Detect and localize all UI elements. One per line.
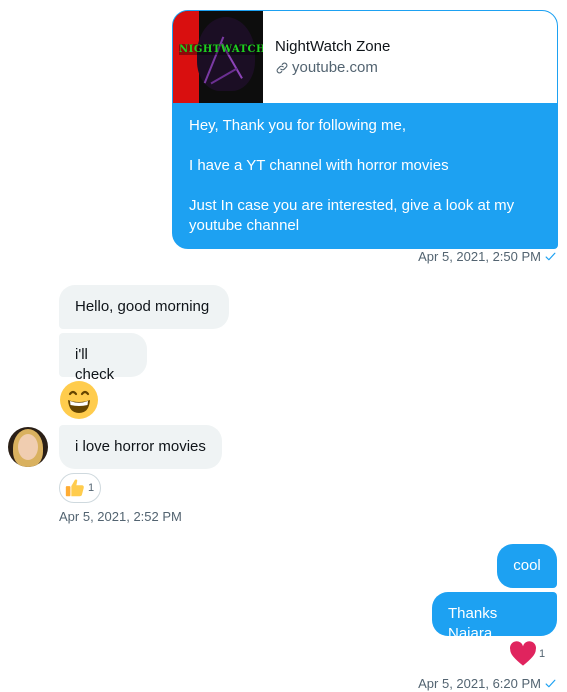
link-title[interactable]: NightWatch Zone	[275, 38, 390, 55]
heart-icon	[510, 641, 536, 666]
timestamp-text: Apr 5, 2021, 6:20 PM	[418, 676, 541, 691]
message-timestamp: Apr 5, 2021, 2:50 PM	[418, 249, 557, 264]
thumbnail-logo-text: NIGHTWATCH	[179, 44, 263, 55]
message-text: Hey, Thank you for following me,	[189, 117, 407, 134]
incoming-message[interactable]: i'll check	[59, 333, 147, 383]
incoming-message[interactable]: Hello, good morning	[59, 285, 229, 329]
outgoing-message[interactable]: cool	[497, 544, 557, 588]
incoming-message[interactable]: i love horror movies	[59, 425, 222, 469]
reaction-badge[interactable]: 1	[509, 640, 546, 668]
thumbs-up-icon	[65, 479, 84, 497]
reaction-count: 1	[88, 482, 95, 494]
link-url[interactable]: youtube.com	[275, 59, 390, 76]
outgoing-message[interactable]: Thanks Naiara	[432, 592, 557, 642]
link-thumbnail: NIGHTWATCH	[173, 11, 263, 103]
check-icon	[545, 252, 556, 261]
message-timestamp: Apr 5, 2021, 6:20 PM	[418, 676, 557, 691]
reaction-count: 1	[539, 648, 546, 660]
check-icon	[545, 679, 556, 688]
link-url-text: youtube.com	[292, 59, 378, 76]
grinning-face-icon[interactable]	[59, 380, 99, 420]
timestamp-text: Apr 5, 2021, 2:52 PM	[59, 509, 182, 524]
message-text: Just In case you are interested, give a …	[189, 197, 515, 234]
reaction-badge[interactable]: 1	[59, 473, 102, 503]
message-text-block: Hey, Thank you for following me, I have …	[173, 104, 557, 248]
message-timestamp: Apr 5, 2021, 2:52 PM	[59, 509, 182, 524]
outgoing-link-card[interactable]: NIGHTWATCH NightWatch Zone youtube.com H…	[172, 10, 558, 249]
link-preview[interactable]: NIGHTWATCH NightWatch Zone youtube.com	[173, 11, 557, 104]
avatar[interactable]	[8, 427, 48, 467]
message-text: I have a YT channel with horror movies	[189, 157, 449, 174]
link-icon	[276, 62, 288, 73]
timestamp-text: Apr 5, 2021, 2:50 PM	[418, 249, 541, 264]
